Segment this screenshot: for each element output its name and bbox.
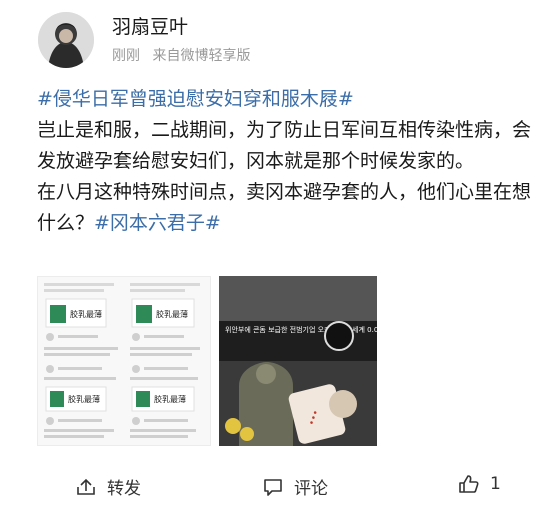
product-listing-collage: 胶乳最薄 胶乳最薄 胶乳最薄 胶乳最薄 bbox=[38, 277, 210, 445]
photo-image[interactable]: 위안부에 콘돔 보급한 전범기업 오카모토와 세계 0.03㎜ 콘돔 판매, 홍… bbox=[219, 276, 377, 446]
post-time: 刚刚 bbox=[112, 48, 140, 64]
post-header: 羽扇豆叶 刚刚 来自微博轻享版 bbox=[38, 10, 250, 70]
protest-photo: 위안부에 콘돔 보급한 전범기업 오카모토와 세계 0.03㎜ 콘돔 판매, 홍… bbox=[219, 276, 377, 446]
forward-label: 转发 bbox=[107, 479, 141, 499]
user-meta: 羽扇豆叶 刚刚 来自微博轻享版 bbox=[112, 15, 250, 65]
username[interactable]: 羽扇豆叶 bbox=[112, 15, 250, 39]
paragraph-2-lead: 在八月这种特殊时间点，卖冈本避孕套的人，他们心 bbox=[37, 181, 475, 203]
comment-icon bbox=[264, 478, 282, 496]
avatar[interactable] bbox=[38, 12, 94, 68]
image-grid: 胶乳最薄 胶乳最薄 胶乳最薄 胶乳最薄 위안부에 콘돔 보급한 전범기업 세계 … bbox=[37, 276, 377, 446]
like-button[interactable]: 1 bbox=[458, 474, 501, 494]
post-paragraph-1: 岂止是和服，二战期间，为了防止日军间互相传染性病，会发放避孕套给慰安妇们，冈本就… bbox=[37, 119, 532, 172]
avatar-portrait bbox=[38, 12, 94, 68]
forward-button[interactable]: 转发 bbox=[75, 474, 141, 499]
product-label-4: 胶乳最薄 bbox=[154, 394, 186, 404]
product-label-3: 胶乳最薄 bbox=[68, 394, 100, 404]
post-subline: 刚刚 来自微博轻享版 bbox=[112, 47, 250, 65]
inline-hashtag[interactable]: #冈本六君子# bbox=[94, 212, 221, 234]
screenshot-image[interactable]: 胶乳最薄 胶乳最薄 胶乳最薄 胶乳最薄 bbox=[37, 276, 211, 446]
product-label-2: 胶乳最薄 bbox=[156, 309, 188, 319]
post-paragraph-2: 在八月这种特殊时间点，卖冈本避孕套的人，他们心里在想什么？#冈本六君子# bbox=[37, 177, 533, 239]
action-bar: 转发 评论 1 bbox=[0, 462, 547, 508]
like-count: 1 bbox=[490, 474, 501, 494]
forward-icon bbox=[77, 478, 95, 495]
photo-caption: 위안부에 콘돔 보급한 전범기업 오카모토와 세계 0.03㎜ 콘돔 판매, 홍… bbox=[225, 325, 377, 334]
headline-hashtag[interactable]: #侵华日军曾强迫慰安妇穿和服木屐# bbox=[37, 84, 533, 115]
thumbs-up-icon bbox=[459, 475, 479, 493]
post-body: #侵华日军曾强迫慰安妇穿和服木屐# 岂止是和服，二战期间，为了防止日军间互相传染… bbox=[37, 84, 533, 239]
comment-label: 评论 bbox=[294, 479, 328, 499]
product-label-1: 胶乳最薄 bbox=[70, 309, 102, 319]
post-source[interactable]: 来自微博轻享版 bbox=[152, 48, 250, 64]
comment-button[interactable]: 评论 bbox=[262, 474, 328, 499]
